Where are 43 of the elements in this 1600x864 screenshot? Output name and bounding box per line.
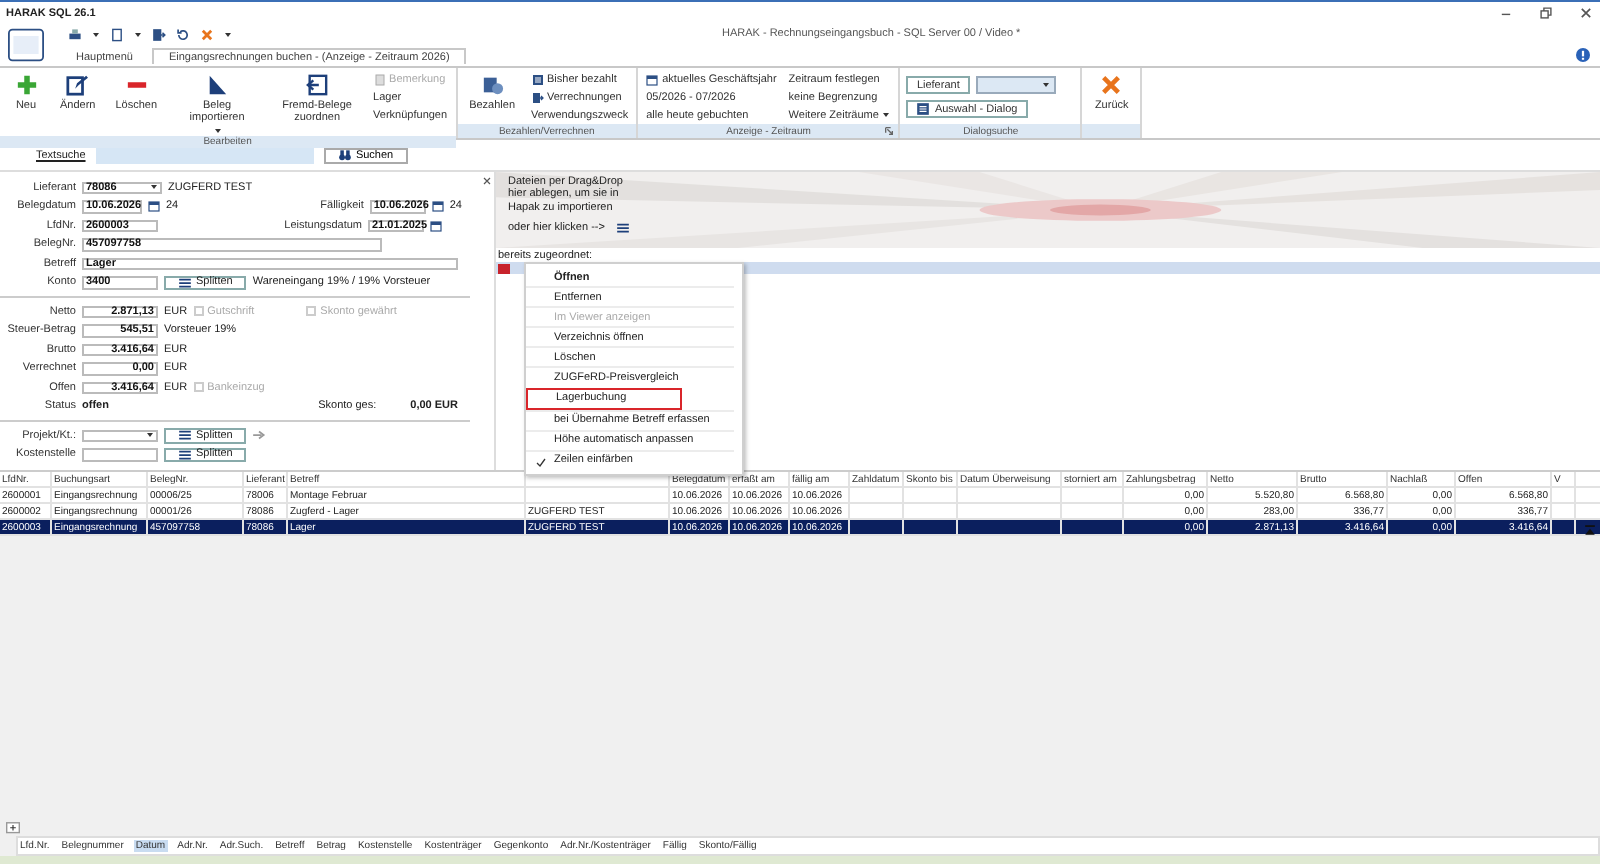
window-close-icon[interactable] (1578, 6, 1594, 20)
expand-icon[interactable] (6, 822, 20, 834)
calendar-icon (430, 219, 442, 232)
note-icon (373, 73, 386, 85)
lines-icon[interactable] (616, 221, 631, 234)
caret-icon (150, 184, 158, 191)
lines-icon (178, 275, 192, 290)
logo-icon (8, 28, 44, 62)
lines-icon (178, 428, 192, 443)
lines-icon (178, 447, 192, 462)
arrow-doc-icon (531, 91, 543, 103)
window-close-icon[interactable] (482, 176, 492, 186)
edit-icon (66, 74, 89, 96)
document-icon[interactable] (110, 27, 124, 41)
caret-icon[interactable] (134, 31, 142, 37)
scroll-top-icon[interactable] (1584, 524, 1596, 536)
refresh-icon[interactable] (176, 27, 190, 41)
restore-icon[interactable] (1538, 6, 1554, 20)
calendar-icon (646, 73, 659, 85)
list-icon (531, 73, 543, 85)
dropdown-field[interactable] (975, 76, 1056, 94)
caret-icon (882, 112, 891, 118)
printer-icon[interactable] (68, 27, 82, 41)
triangle-icon (206, 74, 229, 96)
check-icon (536, 457, 546, 468)
arrow-doc-icon[interactable] (152, 27, 166, 41)
close-icon (1100, 74, 1123, 96)
caret-icon (1041, 82, 1050, 88)
caret-icon[interactable] (92, 31, 100, 37)
binoculars-icon (337, 148, 352, 162)
arrow-box-icon (306, 74, 329, 96)
search-field[interactable] (95, 146, 314, 164)
launcher-icon[interactable] (884, 126, 895, 136)
input-field[interactable] (82, 429, 158, 442)
calendar-icon (431, 200, 444, 213)
caret-icon[interactable] (224, 31, 232, 37)
caret-icon (146, 432, 154, 439)
input-field[interactable] (82, 448, 158, 461)
plus-icon (15, 74, 37, 96)
arrow-icon (252, 428, 267, 443)
cross-icon[interactable] (200, 27, 214, 41)
calendar-icon (148, 200, 160, 213)
list-icon (916, 102, 931, 116)
